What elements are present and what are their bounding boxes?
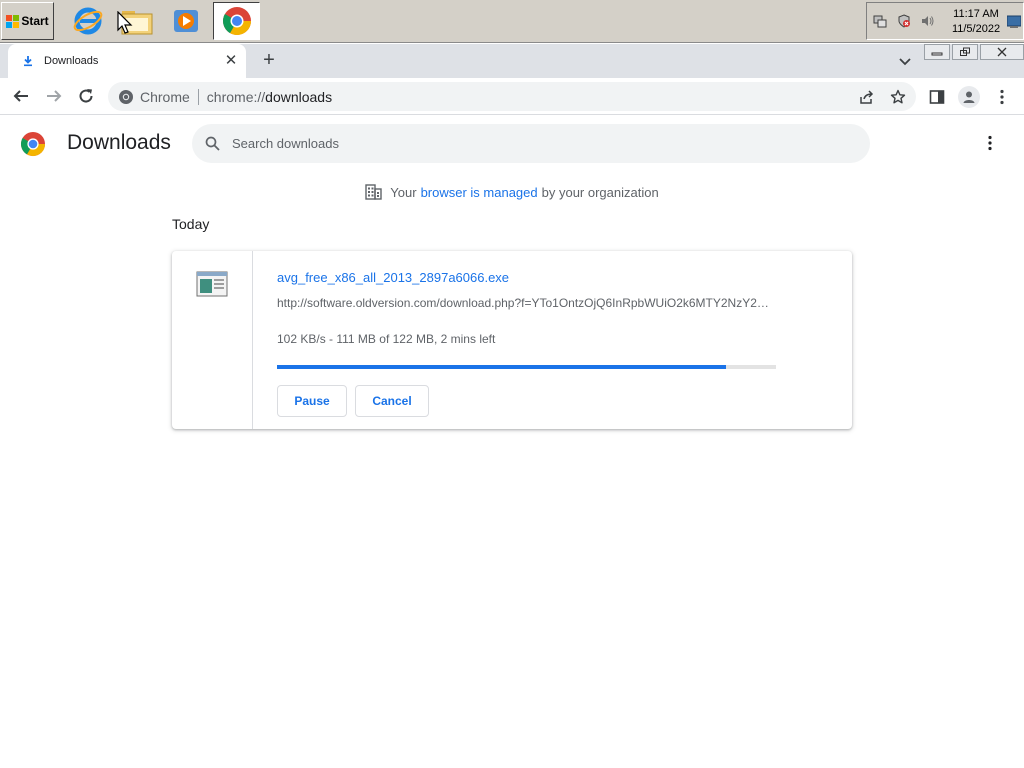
person-icon <box>963 91 975 103</box>
tab-close-icon[interactable]: ✕ <box>222 52 240 70</box>
clock-time: 11:17 AM <box>953 8 999 20</box>
star-icon <box>890 89 906 103</box>
avatar <box>958 86 980 108</box>
managed-prefix: Your <box>390 184 417 200</box>
download-status-text: 102 KB/s - 111 MB of 122 MB, 2 mins left <box>277 332 496 346</box>
chrome-site-icon <box>119 89 133 104</box>
pause-button[interactable]: Pause <box>277 385 347 417</box>
windows-taskbar: Start 11:17 AM 11/5/2022 <box>0 0 1024 43</box>
back-arrow-icon <box>13 90 28 102</box>
date-section-label: Today <box>172 216 210 232</box>
taskbar-clock[interactable]: 11:17 AM 11/5/2022 <box>945 7 1007 37</box>
tab-search-chevron-icon[interactable] <box>895 51 915 71</box>
profile-button[interactable] <box>957 85 981 109</box>
url-scheme: chrome:// <box>206 88 266 105</box>
taskbar-chrome-button[interactable] <box>213 2 260 40</box>
managed-notice: Your browser is managed by your organiza… <box>0 184 1024 200</box>
minimize-icon <box>931 52 943 56</box>
chrome-icon <box>222 7 251 35</box>
search-input[interactable] <box>232 136 832 151</box>
download-file-icon-area <box>172 251 253 429</box>
taskbar-media-button[interactable] <box>162 2 209 40</box>
windows-flag-icon <box>6 14 20 28</box>
kebab-menu-icon <box>988 135 992 151</box>
show-desktop-icon[interactable] <box>1007 15 1021 29</box>
download-icon <box>24 56 32 67</box>
taskbar-explorer-button[interactable] <box>113 2 160 40</box>
download-item-card: avg_free_x86_all_2013_2897a6066.exe http… <box>172 251 852 429</box>
downloads-page: Downloads Your browser is managed by you… <box>0 116 1024 768</box>
url-host: downloads <box>265 88 333 105</box>
close-icon <box>997 47 1007 57</box>
tab-downloads[interactable]: Downloads ✕ <box>8 44 246 78</box>
start-label: Start <box>21 14 49 28</box>
kebab-menu-icon <box>1000 89 1004 105</box>
download-file-name-link[interactable]: avg_free_x86_all_2013_2897a6066.exe <box>277 270 509 285</box>
minimize-button[interactable] <box>924 44 950 60</box>
page-more-actions-button[interactable] <box>980 133 1000 153</box>
browser-toolbar: Chrome chrome://downloads <box>0 78 1024 115</box>
network-icon[interactable] <box>873 14 887 28</box>
search-icon <box>205 136 220 151</box>
managed-link[interactable]: browser is managed <box>421 185 538 200</box>
tab-strip: Downloads ✕ + <box>0 44 1024 78</box>
url-text: chrome://downloads <box>207 89 332 105</box>
security-alert-icon[interactable] <box>897 14 911 28</box>
start-button[interactable]: Start <box>1 2 54 40</box>
reload-icon <box>79 89 93 103</box>
mouse-cursor-icon <box>117 11 133 34</box>
download-progress-fill <box>277 365 727 369</box>
tab-title: Downloads <box>44 55 99 67</box>
restore-icon <box>960 47 970 56</box>
close-window-button[interactable] <box>980 44 1024 60</box>
back-button[interactable] <box>10 85 32 107</box>
side-panel-icon <box>929 90 945 104</box>
restore-button[interactable] <box>952 44 978 60</box>
reload-button[interactable] <box>75 85 97 107</box>
download-progress-bar <box>277 365 776 369</box>
search-downloads-box[interactable] <box>192 124 870 163</box>
share-button[interactable] <box>854 82 878 111</box>
ie-icon <box>73 7 102 35</box>
page-title: Downloads <box>67 131 171 154</box>
cancel-button[interactable]: Cancel <box>355 385 429 417</box>
window-controls <box>922 44 1024 61</box>
forward-arrow-icon <box>47 90 62 102</box>
share-icon <box>860 89 874 104</box>
taskbar-ie-button[interactable] <box>64 2 111 40</box>
address-bar[interactable]: Chrome chrome://downloads <box>108 82 916 111</box>
exe-file-icon <box>196 271 228 297</box>
clock-date: 11/5/2022 <box>951 23 1001 35</box>
forward-button[interactable] <box>43 85 65 107</box>
building-icon <box>365 184 382 200</box>
chrome-menu-button[interactable] <box>990 85 1014 109</box>
side-panel-button[interactable] <box>925 85 949 109</box>
site-label: Chrome <box>140 88 190 105</box>
new-tab-button[interactable]: + <box>258 50 280 72</box>
system-tray: 11:17 AM 11/5/2022 <box>866 2 1024 40</box>
download-source-url[interactable]: http://software.oldversion.com/download.… <box>277 296 777 310</box>
bookmark-button[interactable] <box>886 82 910 111</box>
volume-icon[interactable] <box>920 14 934 28</box>
managed-suffix: by your organization <box>541 184 659 200</box>
omnibox-separator <box>197 88 199 105</box>
media-player-icon <box>173 10 198 32</box>
chrome-logo-icon <box>20 132 45 157</box>
